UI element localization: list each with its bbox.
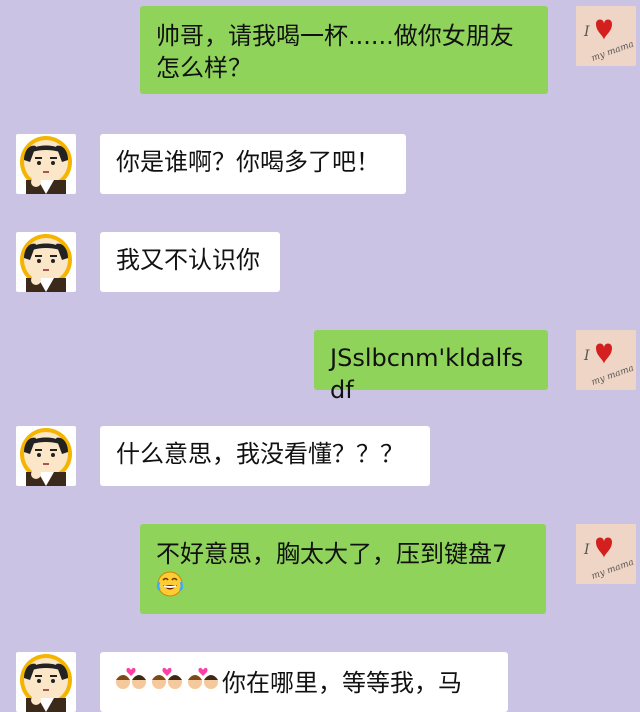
incoming-message-bubble[interactable]: 什么意思，我没看懂？？？ — [100, 426, 430, 486]
incoming-message-bubble[interactable]: 你在哪里，等等我，马 — [100, 652, 508, 712]
message-text: JSslbcnm'kldalfsdf — [330, 344, 524, 404]
outgoing-message-bubble[interactable]: JSslbcnm'kldalfsdf — [314, 330, 548, 404]
self-avatar[interactable] — [576, 330, 636, 390]
self-avatar[interactable] — [576, 6, 636, 66]
outgoing-message-bubble[interactable]: 帅哥，请我喝一杯......做你女朋友怎么样？ — [140, 6, 548, 94]
friend-avatar[interactable] — [16, 426, 76, 486]
friend-avatar[interactable] — [16, 652, 76, 712]
laughing-crying-icon — [156, 570, 184, 606]
message-text: 你是谁啊？你喝多了吧！ — [116, 148, 380, 176]
incoming-message-bubble[interactable]: 我又不认识你 — [100, 232, 280, 292]
friend-avatar[interactable] — [16, 232, 76, 292]
message-text: 帅哥，请我喝一杯......做你女朋友怎么样？ — [156, 22, 514, 82]
incoming-message-bubble[interactable]: 你是谁啊？你喝多了吧！ — [100, 134, 406, 194]
message-text: 我又不认识你 — [116, 246, 260, 274]
friend-avatar[interactable] — [16, 134, 76, 194]
message-text: 不好意思，胸太大了，压到键盘7 — [156, 540, 508, 568]
message-text: 什么意思，我没看懂？？？ — [116, 440, 404, 468]
kissing-couple-icon — [114, 664, 222, 704]
message-text: 你在哪里，等等我，马 — [222, 669, 462, 697]
self-avatar[interactable] — [576, 524, 636, 584]
outgoing-message-bubble[interactable]: 不好意思，胸太大了，压到键盘7 — [140, 524, 546, 614]
